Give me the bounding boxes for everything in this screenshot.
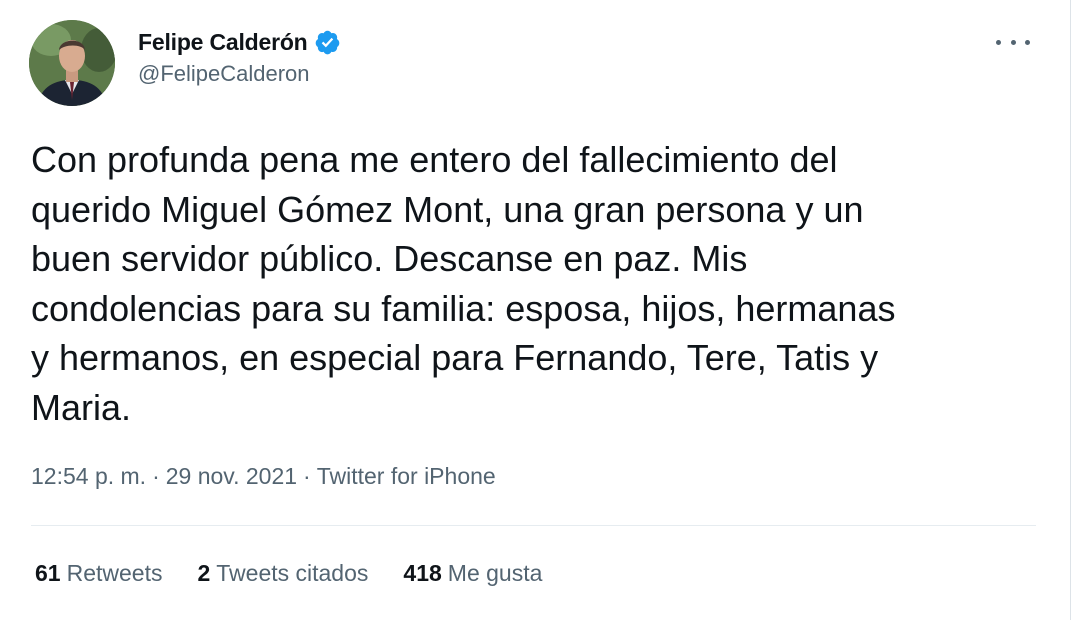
divider [31, 525, 1036, 526]
verified-badge-icon [314, 29, 341, 56]
author-handle[interactable]: @FelipeCalderon [138, 61, 341, 87]
quote-tweets-count: 2 [197, 560, 211, 586]
author-display-name[interactable]: Felipe Calderón [138, 29, 308, 56]
more-dot [1010, 39, 1016, 45]
meta-separator: · [303, 463, 311, 489]
quote-tweets-label: Tweets citados [216, 560, 369, 586]
likes-stat[interactable]: 418 Me gusta [403, 560, 542, 587]
retweets-stat[interactable]: 61 Retweets [35, 560, 162, 587]
likes-count: 418 [403, 560, 442, 586]
more-dot [996, 39, 1001, 45]
tweet-stats: 61 Retweets 2 Tweets citados 418 Me gust… [35, 560, 577, 587]
meta-separator: · [152, 463, 160, 489]
avatar[interactable] [29, 20, 115, 106]
tweet-time[interactable]: 12:54 p. m. [31, 463, 146, 490]
likes-label: Me gusta [447, 560, 543, 586]
author-block: Felipe Calderón @FelipeCalderon [138, 26, 341, 87]
retweets-count: 61 [35, 560, 61, 586]
more-dot [1025, 39, 1030, 45]
tweet-card: Felipe Calderón @FelipeCalderon Con prof… [0, 0, 1071, 620]
tweet-meta: 12:54 p. m. · 29 nov. 2021 · Twitter for… [31, 463, 496, 490]
avatar-portrait-icon [29, 20, 115, 106]
tweet-source[interactable]: Twitter for iPhone [317, 463, 496, 490]
tweet-date[interactable]: 29 nov. 2021 [166, 463, 297, 490]
author-name-row: Felipe Calderón [138, 26, 341, 58]
quote-tweets-stat[interactable]: 2 Tweets citados [197, 560, 368, 587]
tweet-text: Con profunda pena me entero del fallecim… [31, 139, 896, 428]
retweets-label: Retweets [66, 560, 163, 586]
more-options-icon[interactable] [996, 32, 1030, 52]
